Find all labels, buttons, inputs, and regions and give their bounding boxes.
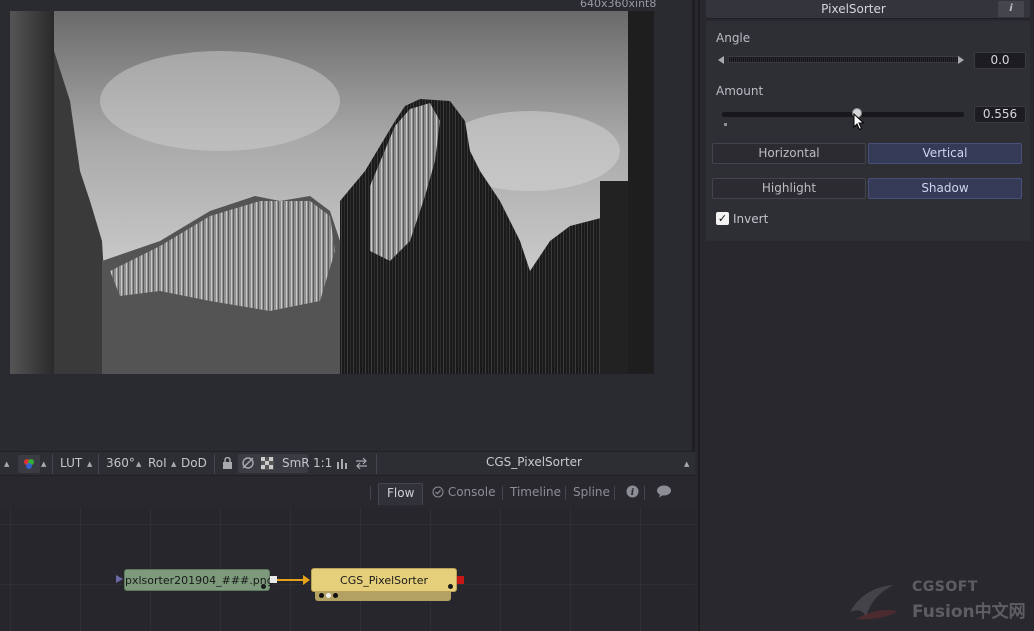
shadow-button[interactable]: Shadow: [868, 178, 1022, 199]
inspector-title: PixelSorter: [821, 2, 886, 16]
roi-button[interactable]: RoI: [148, 456, 167, 470]
port-dot-icon: [326, 593, 331, 598]
check-circle-icon: [432, 486, 444, 498]
viewer-node-name[interactable]: CGS_PixelSorter: [486, 455, 582, 469]
menu-caret-icon[interactable]: ▲: [4, 460, 9, 468]
checker-icon[interactable]: [261, 457, 274, 473]
fusion-window: 640x360xint8 ▲ ▲ LUT ▲ 360° ▲ RoI ▲ DoD …: [0, 0, 1034, 631]
inspector-controls: Angle 0.0 Amount 0.556 Horizontal Vertic…: [706, 21, 1030, 241]
invert-label: Invert: [733, 212, 769, 226]
toolbar-divider: [376, 454, 377, 474]
pixelsorter-output-port[interactable]: [457, 576, 464, 584]
tab-spline[interactable]: Spline: [565, 483, 618, 505]
toolbar-divider: [98, 454, 99, 474]
pixelsorter-node[interactable]: CGS_PixelSorter: [311, 568, 457, 592]
viewer-divider[interactable]: [692, 0, 695, 476]
tab-console[interactable]: Console: [424, 483, 503, 505]
info-button[interactable]: i: [998, 1, 1024, 17]
amount-value-field[interactable]: 0.556: [974, 106, 1026, 123]
lut-button[interactable]: LUT: [60, 456, 82, 470]
info-icon: i: [1009, 3, 1013, 14]
amount-default-marker: [724, 123, 727, 126]
highlight-button[interactable]: Highlight: [712, 178, 866, 199]
tab-divider: [644, 486, 645, 500]
angle-decrement-icon[interactable]: [718, 56, 724, 64]
loader-node[interactable]: pxlsorter201904_###.png: [124, 569, 274, 591]
pixelsorter-node-label: CGS_PixelSorter: [340, 574, 428, 587]
comments-icon[interactable]: [648, 485, 680, 507]
angle-increment-icon[interactable]: [958, 56, 964, 64]
amount-slider[interactable]: [722, 112, 964, 117]
flow-tabs-bar: Flow Console Timeline Spline i: [0, 477, 695, 507]
watermark-logo: CGSOFT Fusion中文网: [842, 575, 1034, 631]
toolbar-divider: [52, 454, 53, 474]
toolbar-divider: [214, 454, 215, 474]
angle-value-field[interactable]: 0.0: [974, 52, 1026, 69]
resolution-label: 640x360xint8: [580, 0, 657, 10]
viewer-image[interactable]: [10, 11, 654, 374]
port-dot-icon: [333, 593, 338, 598]
tab-divider: [614, 486, 615, 500]
flow-node-editor[interactable]: pxlsorter201904_###.png CGS_PixelSorter: [0, 507, 695, 631]
roi-caret-icon[interactable]: ▲: [171, 460, 176, 468]
loader-output-port[interactable]: [270, 576, 277, 583]
angle-label: Angle: [716, 31, 751, 45]
no-filter-icon[interactable]: [241, 456, 255, 473]
horizontal-button[interactable]: Horizontal: [712, 143, 866, 164]
watermark-line1: CGSOFT: [912, 579, 978, 595]
watermark-line2: Fusion中文网: [912, 602, 1026, 622]
color-channel-button[interactable]: [18, 455, 40, 473]
angle-slider[interactable]: [728, 56, 962, 63]
inspector-header[interactable]: PixelSorter i: [706, 0, 1030, 19]
info-tab-icon[interactable]: i: [618, 485, 647, 507]
smr-button[interactable]: SmR: [282, 456, 310, 470]
rgb-channels-icon: [24, 459, 34, 469]
bar-chart-icon[interactable]: [336, 457, 348, 473]
svg-text:i: i: [631, 488, 635, 498]
input-marker-icon: [116, 575, 123, 583]
port-dot-icon: [261, 584, 266, 589]
lut-caret-icon[interactable]: ▲: [87, 460, 92, 468]
channel-caret-icon[interactable]: ▲: [41, 460, 46, 468]
invert-checkbox[interactable]: ✓: [716, 212, 729, 225]
swirl-logo-icon: [850, 585, 898, 620]
amount-label: Amount: [716, 84, 764, 98]
360-button[interactable]: 360°: [106, 456, 135, 470]
vertical-button[interactable]: Vertical: [868, 143, 1022, 164]
connection-arrow-icon: [303, 575, 310, 585]
loader-node-label: pxlsorter201904_###.png: [125, 574, 274, 587]
viewer-toolbar: ▲ ▲ LUT ▲ 360° ▲ RoI ▲ DoD SmR 1:1 CGS_P…: [0, 451, 695, 476]
image-viewer[interactable]: 640x360xint8: [0, 0, 692, 451]
viewer-name-caret-icon[interactable]: ▲: [684, 460, 689, 468]
port-dot-icon: [319, 593, 324, 598]
ratio-button[interactable]: 1:1: [313, 456, 332, 470]
port-dot-icon: [448, 584, 453, 589]
mouse-pointer-icon: [853, 113, 865, 131]
tab-timeline[interactable]: Timeline: [502, 483, 569, 505]
tab-divider: [370, 486, 371, 500]
lock-icon[interactable]: [222, 456, 233, 473]
swap-icon[interactable]: [355, 457, 368, 472]
tab-console-label: Console: [447, 485, 496, 499]
360-caret-icon[interactable]: ▲: [136, 460, 141, 468]
tab-flow[interactable]: Flow: [378, 483, 424, 505]
inspector-panel: PixelSorter i Angle 0.0 Amount 0.556 Hor…: [698, 0, 1034, 631]
dod-button[interactable]: DoD: [181, 456, 207, 470]
